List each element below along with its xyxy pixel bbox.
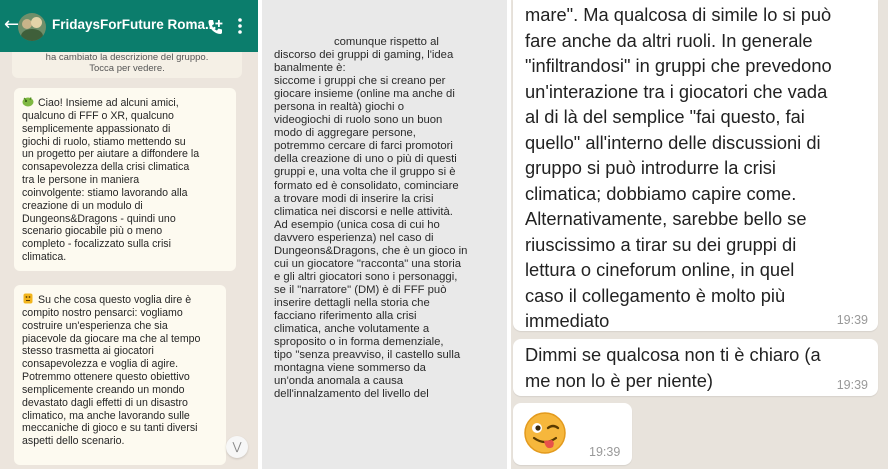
message-line: dell'innalzamento del livello del <box>274 388 429 401</box>
message-line: climatica. <box>22 251 67 264</box>
message-line: giochi di ruolo, stiamo mettendo su <box>22 135 186 148</box>
message-timestamp: 19:39 <box>836 313 868 327</box>
whatsapp-chat-screenshot-3: mare". Ma qualcosa di simile lo si può f… <box>511 0 888 469</box>
system-notice[interactable]: ha cambiato la descrizione del gruppo. T… <box>12 52 242 78</box>
message-line: Dungeons&Dragons - quindi uno <box>22 212 176 225</box>
message-line: siccome i gruppi che si creano per <box>274 75 446 88</box>
message-line: sproposito o in forma demenziale, <box>274 336 444 349</box>
message-text: Dimmi se qualcosa non ti è chiaro (a me … <box>525 342 821 393</box>
message-line: "infiltrandosi" in gruppi che prevedono <box>525 55 832 76</box>
message-line: quello" all'interno delle discussioni di <box>525 131 821 153</box>
message-text: Su che cosa questo voglia dire è compito… <box>22 293 224 448</box>
message-line: lettura o cineforum online, in quel <box>525 259 795 280</box>
message-line: qualcuno di FFF o XR, qualcuno <box>22 109 174 122</box>
message-line: inserire dettagli nella storia che <box>274 296 430 309</box>
message-line: consapevolezza e voglia di agire. <box>22 358 179 371</box>
message-line: climatica; dobbiamo capire come. <box>525 182 797 204</box>
message-line: un'interazione tra i giocatori che vada <box>525 80 828 102</box>
message-line: un progetto per aiutare a diffondere la <box>22 148 200 161</box>
whatsapp-chat-screenshot-1: ← FridaysForFuture Roma... ha cambiato l… <box>0 0 258 469</box>
message-line: Ciao! Insieme ad alcuni amici, <box>38 97 179 109</box>
message-line: se il "narratore" (DM) è di FFF può <box>274 283 447 296</box>
group-avatar[interactable] <box>18 13 46 41</box>
message-line: discorso dei gruppi di gaming, l'idea <box>274 49 454 62</box>
message-line: costruire un'esperienza che sia <box>22 319 168 332</box>
message-bubble[interactable]: mare". Ma qualcosa di simile lo si può f… <box>513 0 878 331</box>
message-line: completo - focalizzato sulla crisi <box>22 238 171 251</box>
message-line: climatica, anche volutamente a <box>274 323 430 336</box>
message-line: comunque rispetto al <box>334 36 439 48</box>
message-bubble[interactable]: Ciao! Insieme ad alcuni amici, qualcuno … <box>14 88 236 271</box>
message-line: mare". Ma qualcosa di simile lo si può <box>525 4 832 25</box>
message-line: tra le persone in maniera <box>22 174 140 187</box>
message-text: mare". Ma qualcosa di simile lo si può f… <box>525 2 832 334</box>
message-line: gruppo si può introdurre la crisi <box>525 157 776 178</box>
message-line: Dungeons&Dragons, che è un gioco in <box>274 244 468 257</box>
more-vert-icon[interactable] <box>236 16 244 36</box>
message-line: Potremmo ottenere questo obiettivo <box>22 371 190 384</box>
message-line: climatico, ma anche lavorando sulle <box>22 409 190 422</box>
message-line: un'onda anomala a causa <box>274 375 404 388</box>
message-line: piacevole da giocare ma che al tempo <box>22 332 201 345</box>
message-line: a trovare modi di inserire la crisi <box>274 192 434 205</box>
message-timestamp: 19:39 <box>836 378 868 392</box>
message-line: meccaniche di gioco e su tanti diversi <box>22 422 198 435</box>
message-line: davvero esperienza) nel caso di <box>274 231 434 244</box>
message-line: me non lo è per niente) <box>525 369 714 391</box>
message-line: modo di aggregare persone, <box>274 127 416 140</box>
message-line: montagna viene sommerso da <box>274 362 426 375</box>
message-line: e gli altri giocatori sono i personaggi, <box>274 270 458 283</box>
message-line: riuscissimo a tirar su dei gruppi di <box>525 233 797 255</box>
call-add-icon[interactable] <box>206 18 224 36</box>
message-bubble[interactable]: 19:39 <box>513 403 632 465</box>
message-line: caso il collegamento è molto più <box>525 284 786 306</box>
message-line: scenario giocabile più o meno <box>22 225 163 238</box>
system-notice-line-1: ha cambiato la descrizione del gruppo. <box>45 52 209 63</box>
message-line: banalmente è: <box>274 62 346 75</box>
group-name[interactable]: FridaysForFuture Roma... <box>52 17 216 32</box>
system-notice-line-2: Tocca per vedere. <box>89 63 165 74</box>
chevron-double-down-icon[interactable]: ⋁ <box>226 436 248 458</box>
message-line: compito nostro pensarci: vogliamo <box>22 306 183 319</box>
message-line: tipo "senza preavviso, il castello sulla <box>274 349 461 362</box>
message-line: facciano riferimento alla crisi <box>274 309 417 322</box>
message-line: consapevolezza della crisi climatica <box>22 161 190 174</box>
message-timestamp: 19:39 <box>589 445 621 459</box>
chat-header: ← FridaysForFuture Roma... <box>0 0 258 52</box>
message-text: comunque rispetto al discorso dei gruppi… <box>274 36 505 401</box>
message-line: della creazione di uno o più di questi <box>274 153 457 166</box>
winking-tongue-emoji-icon <box>524 412 566 454</box>
message-screenshot-2: comunque rispetto al discorso dei gruppi… <box>262 0 507 469</box>
message-line: Dimmi se qualcosa non ti è chiaro (a <box>525 344 821 365</box>
message-line: giocare insieme (online ma anche di <box>274 88 455 101</box>
message-line: videogiochi di ruolo sono un buon <box>274 114 443 127</box>
message-bubble[interactable]: Su che cosa questo voglia dire è compito… <box>14 285 226 465</box>
message-line: persona in realtà) giochi o <box>274 101 404 114</box>
message-bubble[interactable]: Dimmi se qualcosa non ti è chiaro (a me … <box>513 339 878 396</box>
message-line: Alternativamente, sarebbe bello se <box>525 208 807 229</box>
message-line: creazione di un modulo di <box>22 199 143 212</box>
message-line: immediato <box>525 310 610 331</box>
message-line: devastato dagli effetti di un disastro <box>22 396 188 409</box>
dragon-icon <box>22 97 34 107</box>
message-line: semplicemente appassionato di <box>22 122 171 135</box>
message-line: Ad esempio (unica cosa di cui ho <box>274 218 440 231</box>
thinking-emoji-icon <box>23 293 33 304</box>
message-line: cui un giocatore "racconta" una storia <box>274 257 461 270</box>
message-line: semplicemente creando un mondo <box>22 383 185 396</box>
message-line: gruppi e, una volta che il gruppo si è <box>274 166 456 179</box>
message-line: al di là del semplice "fai questo, fai <box>525 106 805 127</box>
message-line: aspetti dello scenario. <box>22 435 125 448</box>
message-line: potremmo cercare di farci promotori <box>274 140 453 153</box>
message-text: Ciao! Insieme ad alcuni amici, qualcuno … <box>22 96 232 264</box>
message-line: formato ed è consolidato, cominciare <box>274 179 459 192</box>
message-line: fare anche da altri ruoli. In generale <box>525 29 813 51</box>
message-line: stesso trasmetta ai giocatori <box>22 345 154 358</box>
back-arrow-icon[interactable]: ← <box>4 16 19 34</box>
message-line: climatica nei discorsi e nelle attività. <box>274 205 453 218</box>
message-line: Su che cosa questo voglia dire è <box>38 294 192 306</box>
message-line: coinvolgente: stiamo lavorando alla <box>22 186 188 199</box>
